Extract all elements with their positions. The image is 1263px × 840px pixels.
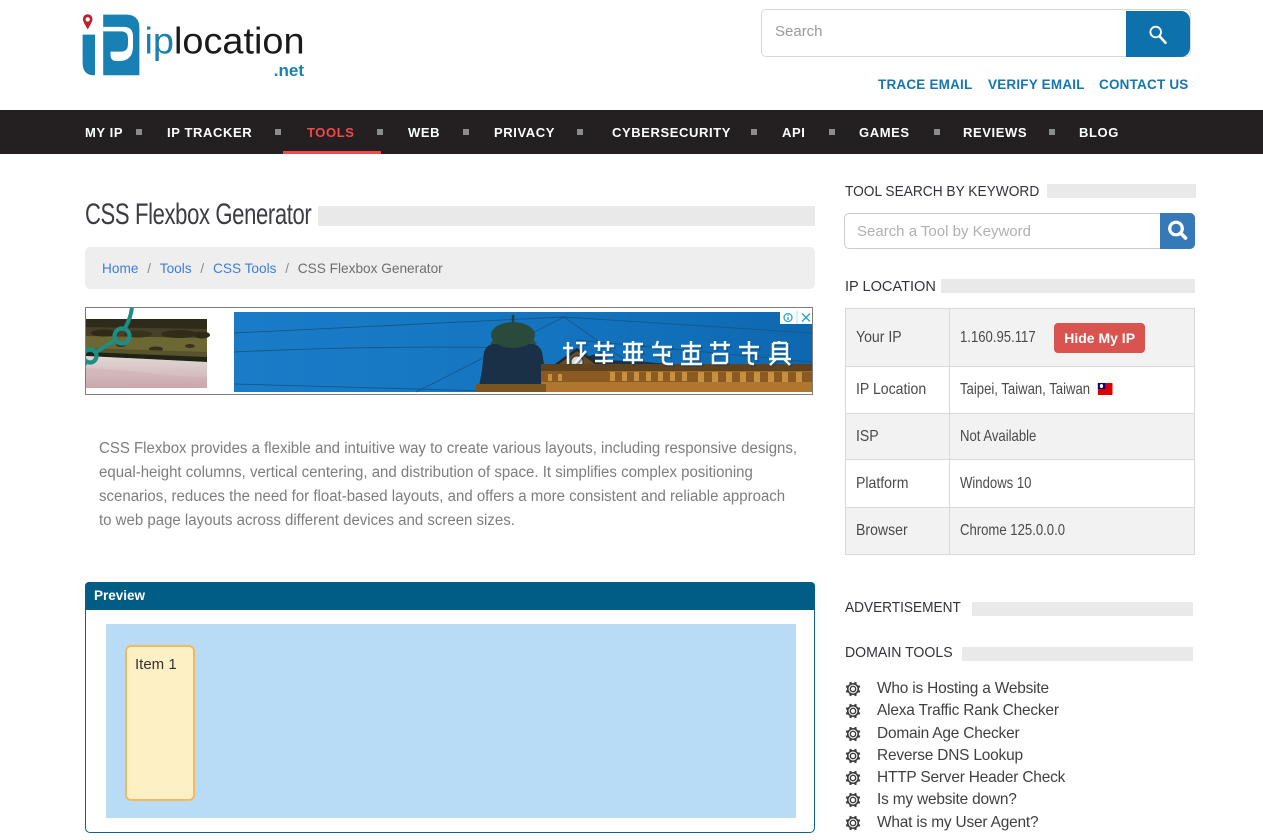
svg-text:iplocation: iplocation (145, 21, 305, 62)
svg-text:.net: .net (274, 61, 305, 80)
